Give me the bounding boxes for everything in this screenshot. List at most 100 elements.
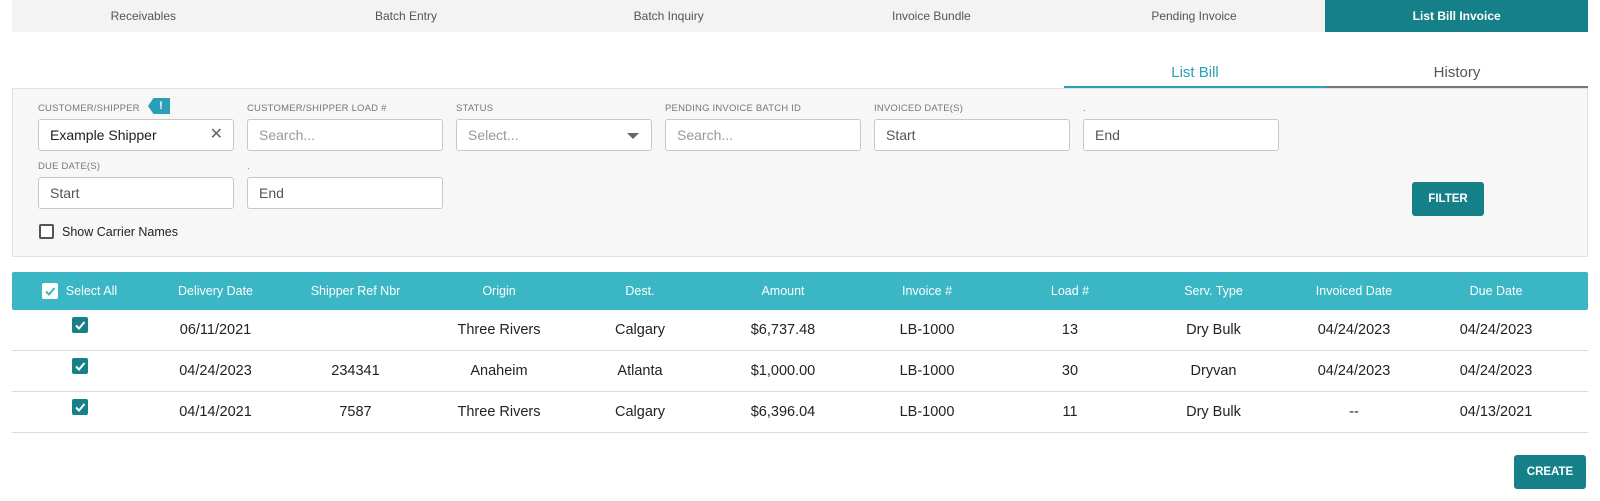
check-icon	[45, 287, 56, 296]
invoiced-end-placeholder: End	[1095, 127, 1120, 143]
col-serv-type[interactable]: Serv. Type	[1143, 284, 1284, 298]
table-row: 06/11/2021 Three Rivers Calgary $6,737.4…	[12, 310, 1588, 351]
invoiced-end-label: .	[1083, 102, 1086, 114]
filter-panel: CUSTOMER/SHIPPER ! Example Shipper ✕ CUS…	[12, 88, 1588, 257]
customer-field: CUSTOMER/SHIPPER !	[38, 98, 170, 115]
table-row: 04/24/2023 234341 Anaheim Atlanta $1,000…	[12, 351, 1588, 392]
row-checkbox[interactable]	[71, 316, 88, 333]
select-all-checkbox[interactable]	[41, 283, 58, 299]
due-end-field: .	[247, 159, 250, 173]
select-all-label: Select All	[65, 284, 118, 298]
show-carrier-names-row: Show Carrier Names	[39, 224, 178, 239]
filter-button[interactable]: FILTER	[1412, 182, 1484, 216]
load-label: CUSTOMER/SHIPPER LOAD #	[247, 102, 387, 114]
invoiced-end-input[interactable]: End	[1083, 119, 1279, 151]
status-field: STATUS	[456, 101, 493, 115]
invoiced-start-placeholder: Start	[886, 127, 916, 143]
row-checkbox[interactable]	[71, 398, 88, 415]
status-label: STATUS	[456, 102, 494, 114]
dest-cell: Calgary	[615, 322, 665, 338]
batch-field: PENDING INVOICE BATCH ID	[665, 101, 801, 115]
delivery-date-cell: 06/11/2021	[179, 322, 252, 338]
due-label: DUE DATE(S)	[38, 160, 101, 172]
shipper-ref-cell: 234341	[331, 363, 380, 379]
due-start-input[interactable]: Start	[38, 177, 234, 209]
customer-input[interactable]: Example Shipper ✕	[38, 119, 234, 151]
due-date-cell: 04/24/2023	[1459, 322, 1533, 338]
serv-type-cell: Dryvan	[1190, 363, 1237, 379]
col-due-date[interactable]: Due Date	[1424, 284, 1568, 298]
show-carrier-names-checkbox[interactable]	[39, 224, 54, 239]
origin-cell: Three Rivers	[457, 404, 541, 420]
status-placeholder: Select...	[468, 127, 519, 143]
amount-cell: $1,000.00	[750, 363, 816, 379]
batch-placeholder: Search...	[677, 127, 734, 143]
batch-search-input[interactable]: Search...	[665, 119, 861, 151]
amount-cell: $6,396.04	[750, 404, 816, 420]
load-field: CUSTOMER/SHIPPER LOAD #	[247, 101, 387, 115]
tab-batch-entry[interactable]: Batch Entry	[275, 0, 538, 32]
col-invoice[interactable]: Invoice #	[857, 284, 997, 298]
customer-label: CUSTOMER/SHIPPER	[38, 102, 140, 114]
invoiced-date-cell: 04/24/2023	[1317, 363, 1391, 379]
batch-label: PENDING INVOICE BATCH ID	[665, 102, 802, 114]
due-start-placeholder: Start	[50, 185, 80, 201]
due-date-cell: 04/13/2021	[1459, 404, 1533, 420]
col-dest[interactable]: Dest.	[571, 284, 709, 298]
due-field: DUE DATE(S)	[38, 159, 100, 173]
load-search-input[interactable]: Search...	[247, 119, 443, 151]
load-cell: 11	[1062, 404, 1078, 420]
col-load[interactable]: Load #	[997, 284, 1143, 298]
col-amount[interactable]: Amount	[709, 284, 857, 298]
invoiced-label: INVOICED DATE(S)	[874, 102, 964, 114]
shipper-ref-cell: 7587	[339, 404, 372, 420]
table-header: Select All Delivery Date Shipper Ref Nbr…	[12, 272, 1588, 310]
invoice-cell: LB-1000	[899, 322, 955, 338]
check-icon	[74, 320, 85, 330]
tab-pending-invoice[interactable]: Pending Invoice	[1063, 0, 1326, 32]
check-icon	[74, 402, 85, 412]
invoiced-field: INVOICED DATE(S)	[874, 101, 963, 115]
create-button[interactable]: CREATE	[1514, 455, 1586, 489]
due-end-input[interactable]: End	[247, 177, 443, 209]
row-checkbox[interactable]	[71, 357, 88, 374]
dest-cell: Calgary	[615, 404, 665, 420]
show-carrier-names-label: Show Carrier Names	[62, 224, 179, 239]
due-date-cell: 04/24/2023	[1459, 363, 1533, 379]
top-tab-bar: Receivables Batch Entry Batch Inquiry In…	[12, 0, 1589, 32]
invoice-cell: LB-1000	[899, 404, 955, 420]
status-select[interactable]: Select...	[456, 119, 652, 151]
info-icon[interactable]: !	[148, 98, 170, 114]
tab-batch-inquiry[interactable]: Batch Inquiry	[537, 0, 800, 32]
check-icon	[74, 361, 85, 371]
due-end-placeholder: End	[259, 185, 284, 201]
row-checkbox-cell	[12, 310, 147, 351]
invoice-table: Select All Delivery Date Shipper Ref Nbr…	[12, 272, 1588, 433]
chevron-down-icon	[627, 133, 639, 139]
tab-list-bill-invoice[interactable]: List Bill Invoice	[1325, 0, 1589, 32]
col-shipper-ref[interactable]: Shipper Ref Nbr	[284, 284, 427, 298]
invoiced-date-cell: 04/24/2023	[1317, 322, 1391, 338]
delivery-date-cell: 04/24/2023	[179, 363, 252, 379]
table-row: 04/14/2021 7587 Three Rivers Calgary $6,…	[12, 392, 1588, 433]
invoiced-start-input[interactable]: Start	[874, 119, 1070, 151]
origin-cell: Anaheim	[470, 363, 528, 379]
invoiced-end-field: .	[1083, 101, 1086, 115]
load-placeholder: Search...	[259, 127, 316, 143]
col-delivery-date[interactable]: Delivery Date	[147, 284, 284, 298]
tab-invoice-bundle[interactable]: Invoice Bundle	[800, 0, 1063, 32]
due-end-label: .	[247, 160, 250, 172]
invoice-cell: LB-1000	[899, 363, 955, 379]
col-origin[interactable]: Origin	[427, 284, 571, 298]
col-invoiced-date[interactable]: Invoiced Date	[1284, 284, 1424, 298]
load-cell: 13	[1061, 322, 1079, 338]
invoiced-date-cell: --	[1349, 404, 1359, 420]
tab-history[interactable]: History	[1326, 58, 1588, 88]
dest-cell: Atlanta	[617, 363, 663, 379]
serv-type-cell: Dry Bulk	[1186, 404, 1241, 420]
tab-receivables[interactable]: Receivables	[12, 0, 275, 32]
clear-icon[interactable]: ✕	[210, 127, 223, 143]
origin-cell: Three Rivers	[457, 322, 541, 338]
customer-value: Example Shipper	[50, 127, 157, 143]
tab-list-bill[interactable]: List Bill	[1064, 58, 1326, 88]
